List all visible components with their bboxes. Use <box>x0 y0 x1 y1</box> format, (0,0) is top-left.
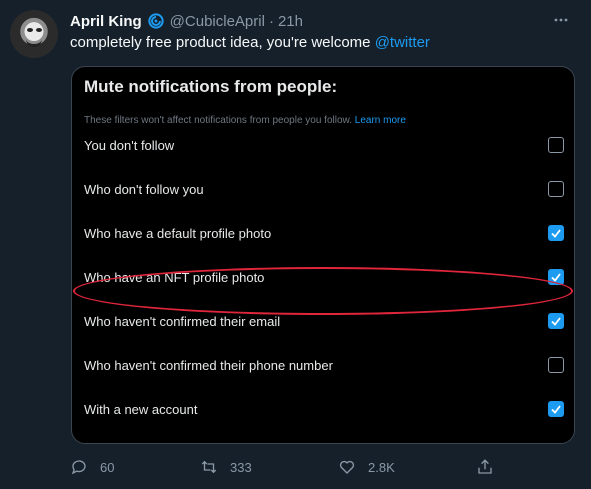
mute-option-row[interactable]: Who don't follow you <box>84 174 564 204</box>
mute-option-checkbox[interactable] <box>548 313 564 329</box>
author-handle[interactable]: @CubicleApril <box>170 13 265 30</box>
card-subtitle: These filters won't affect notifications… <box>84 115 406 126</box>
mute-option-checkbox[interactable] <box>548 137 564 153</box>
avatar-mouth <box>26 37 42 47</box>
mention-link[interactable]: @twitter <box>375 34 430 51</box>
mute-option-checkbox[interactable] <box>548 357 564 373</box>
mute-option-row[interactable]: Who have a default profile photo <box>84 218 564 248</box>
mute-option-checkbox[interactable] <box>548 401 564 417</box>
heart-icon <box>339 460 355 474</box>
author-name[interactable]: April King <box>70 13 142 30</box>
mute-option-checkbox[interactable] <box>548 225 564 241</box>
more-icon[interactable] <box>551 10 571 30</box>
mute-option-checkbox[interactable] <box>548 181 564 197</box>
avatar-eye <box>36 28 42 32</box>
retweet-count: 333 <box>230 459 252 475</box>
mute-option-label: Who haven't confirmed their email <box>84 313 281 329</box>
mute-option-label: With a new account <box>84 401 198 417</box>
timestamp[interactable]: 21h <box>278 13 303 30</box>
share-button[interactable] <box>476 455 506 479</box>
mute-option-row[interactable]: With a new account <box>84 394 564 424</box>
mute-option-label: You don't follow <box>84 137 175 153</box>
mute-option-label: Who haven't confirmed their phone number <box>84 357 333 373</box>
tweet-actions: 60 333 2.8K <box>70 455 510 479</box>
retweet-button[interactable]: 333 <box>200 455 252 479</box>
retweet-icon <box>201 460 217 474</box>
verified-badge-icon <box>148 13 164 29</box>
like-button[interactable]: 2.8K <box>338 455 395 479</box>
avatar[interactable] <box>10 10 58 58</box>
check-icon <box>551 317 561 326</box>
highlight-circle <box>73 267 573 315</box>
mute-option-row[interactable]: You don't follow <box>84 130 564 160</box>
check-icon <box>551 229 561 238</box>
share-icon <box>478 459 492 474</box>
tweet-header: April King @CubicleApril · 21h <box>70 10 571 32</box>
avatar-eye <box>27 28 33 32</box>
tweet-body: completely free product idea, you're wel… <box>70 34 371 51</box>
card-title: Mute notifications from people: <box>84 77 338 96</box>
reply-icon <box>71 460 86 475</box>
mute-option-row[interactable]: Who haven't confirmed their phone number <box>84 350 564 380</box>
check-icon <box>551 405 561 414</box>
mute-option-label: Who don't follow you <box>84 181 204 197</box>
reply-count: 60 <box>100 459 115 475</box>
like-count: 2.8K <box>368 459 395 475</box>
learn-more-link[interactable]: Learn more <box>355 115 406 126</box>
reply-button[interactable]: 60 <box>70 455 114 479</box>
separator-dot: · <box>268 12 274 30</box>
tweet-text: completely free product idea, you're wel… <box>70 34 430 51</box>
mute-settings-card[interactable]: Mute notifications from people: These fi… <box>71 66 575 444</box>
mute-option-label: Who have a default profile photo <box>84 225 272 241</box>
subtitle-text: These filters won't affect notifications… <box>84 115 352 126</box>
